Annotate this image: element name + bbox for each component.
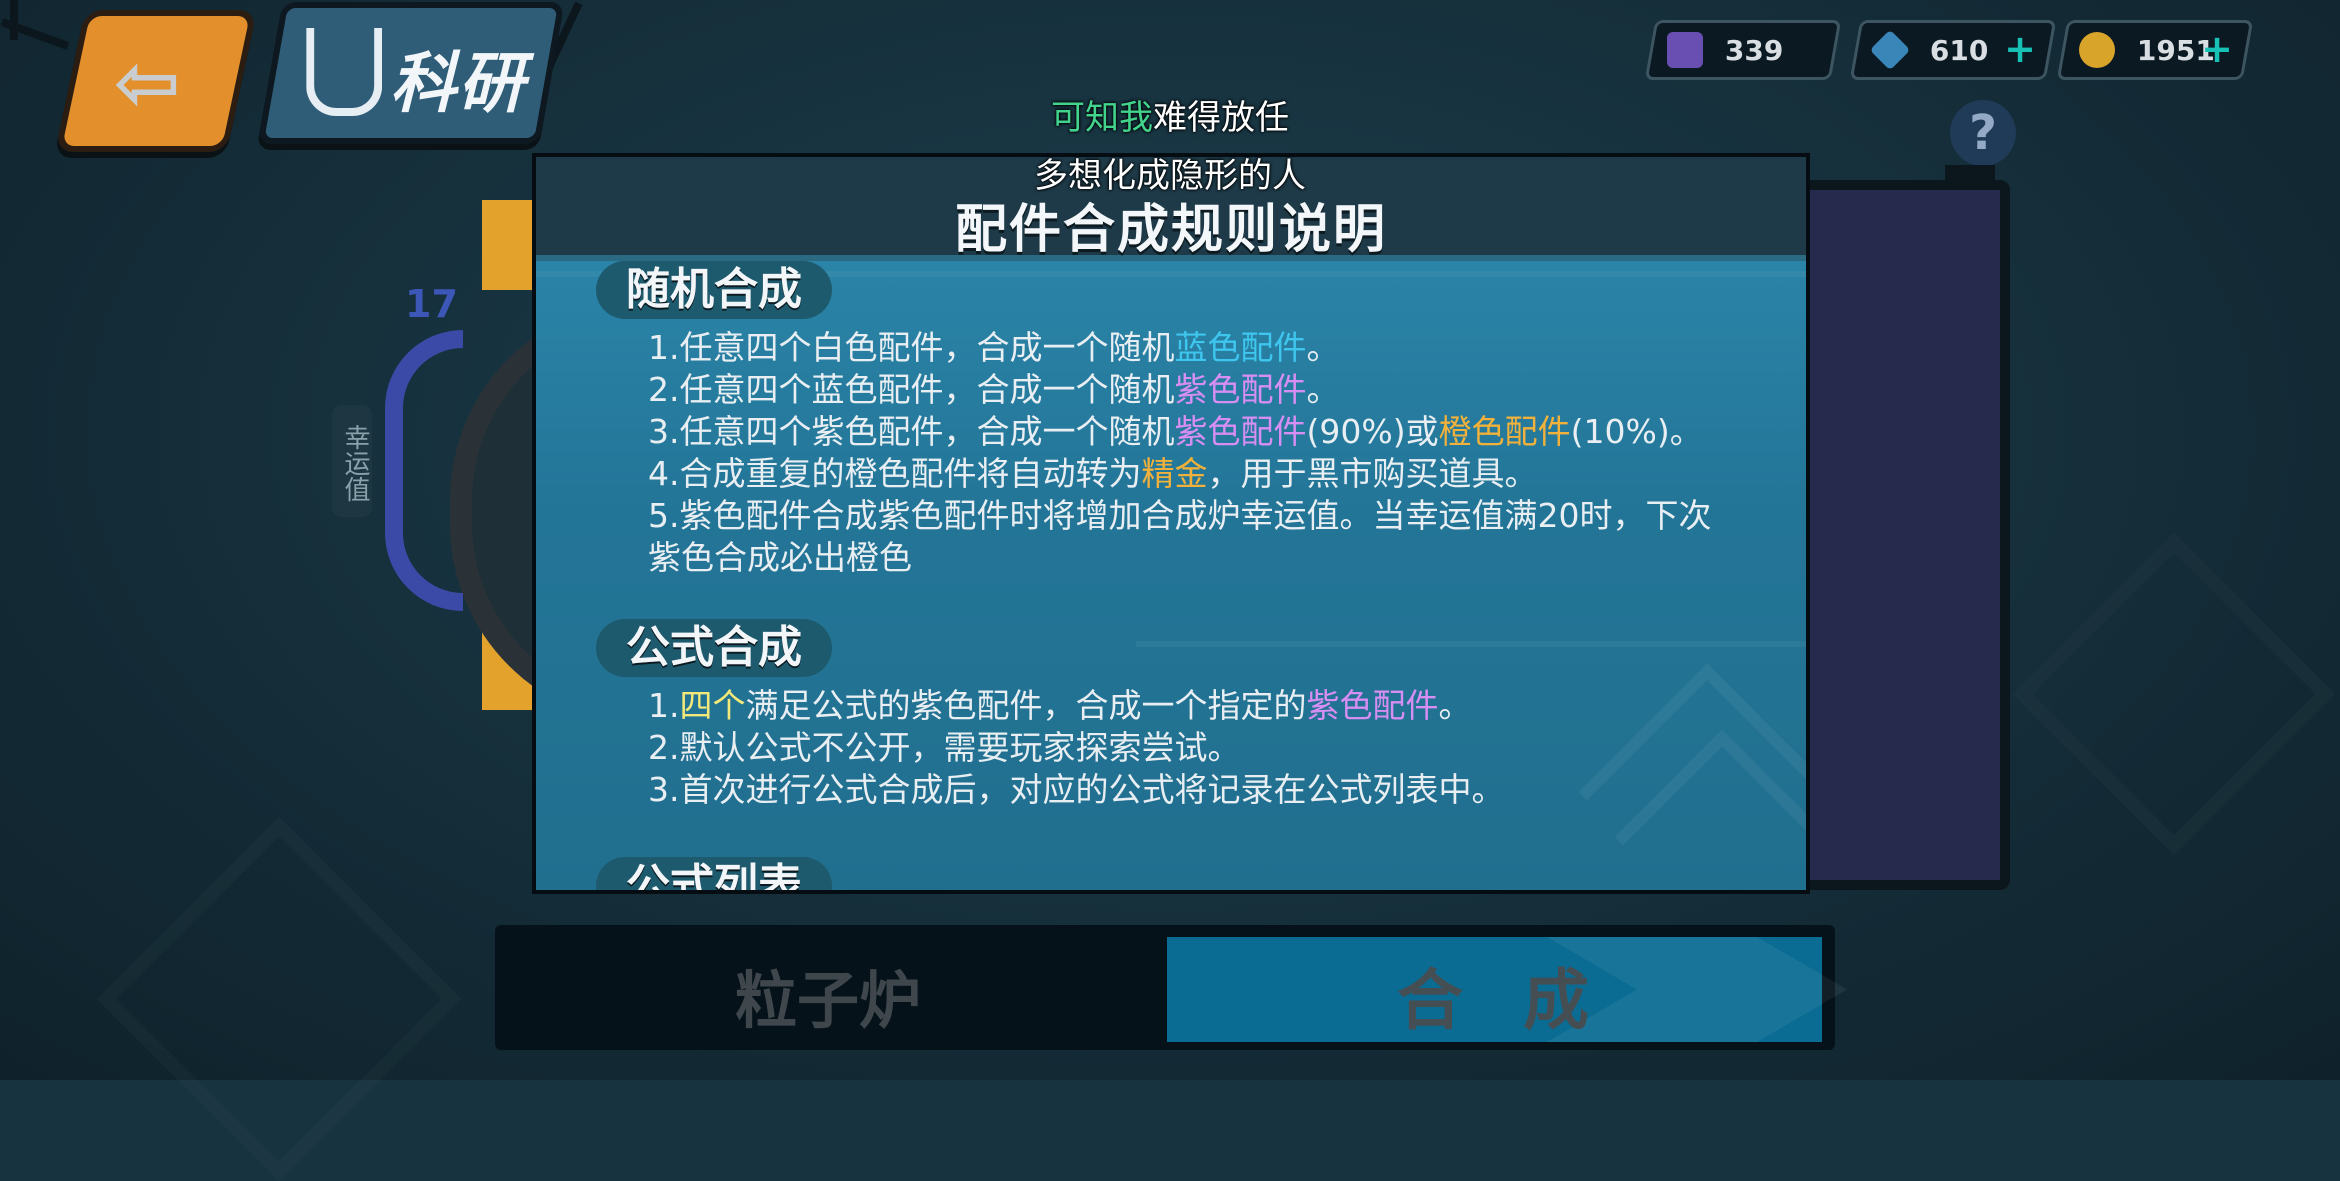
dialog-body[interactable]: 随机合成 1.任意四个白色配件，合成一个随机蓝色配件。 2.任意四个蓝色配件，合成… [536, 261, 1806, 890]
rule-text: (90%)或 [1306, 412, 1439, 451]
tab-particle-furnace[interactable]: 粒子炉 [495, 925, 1165, 1050]
highlight-text: 紫色配件 [1306, 686, 1439, 725]
currency-gem: 610 + [1849, 20, 2057, 80]
rule-line: 1.四个满足公式的紫色配件，合成一个指定的紫色配件。 [648, 685, 1472, 727]
currency-value: 339 [1725, 33, 1784, 67]
rule-text: 3.任意四个紫色配件，合成一个随机 [648, 412, 1175, 451]
currency-value: 610 [1930, 33, 1989, 67]
highlight-text: 四个 [679, 686, 746, 725]
rule-text: (10%)。 [1570, 412, 1703, 451]
bottom-tab-bar: 粒子炉 合成 [495, 925, 1847, 1050]
rule-line: 3.首次进行公式合成后，对应的公式将记录在公式列表中。 [648, 769, 1505, 811]
lyric-highlight: 可知我 [1051, 98, 1153, 138]
rule-text: 紫色合成必出橙色 [648, 538, 912, 577]
rule-line: 5.紫色配件合成紫色配件时将增加合成炉幸运值。当幸运值满20时，下次 [648, 495, 1711, 537]
highlight-text: 橙色配件 [1438, 412, 1571, 451]
currency-purple: 339 [1644, 20, 1842, 80]
rule-line: 紫色合成必出橙色 [648, 537, 912, 579]
add-gold-button[interactable]: + [2201, 27, 2233, 71]
lucky-label: 幸运值 [332, 405, 372, 517]
rules-dialog: 配件合成规则说明 随机合成 1.任意四个白色配件，合成一个随机蓝色配件。 2.任意… [532, 153, 1810, 894]
rule-text: 满足公式的紫色配件，合成一个指定的 [745, 686, 1307, 725]
rule-text: 。 [1438, 686, 1472, 725]
blue-gem-icon [1869, 29, 1911, 71]
device-trim [482, 200, 532, 290]
rule-line: 2.默认公式不公开，需要玩家探索尝试。 [648, 727, 1241, 769]
rule-text: 。 [1306, 370, 1340, 409]
lyric-line-2: 多想化成隐形的人 [1034, 156, 1306, 196]
rule-text: ，用于黑市购买道具。 [1207, 454, 1538, 493]
rule-text: 2.任意四个蓝色配件，合成一个随机 [648, 370, 1175, 409]
lyric-text: 难得放任 [1153, 98, 1289, 138]
section-title: 随机合成 [596, 261, 832, 319]
section-title: 公式合成 [596, 619, 832, 677]
rule-text: 5.紫色配件合成紫色配件时将增加合成炉幸运值。当幸运值满20时，下次 [648, 496, 1712, 535]
lucky-gauge [385, 330, 463, 611]
tab-label: 合成 [1397, 962, 1649, 1039]
highlight-text: 精金 [1141, 454, 1208, 493]
rule-text: 3.首次进行公式合成后，对应的公式将记录在公式列表中。 [648, 770, 1505, 809]
dialog-title: 配件合成规则说明 [954, 200, 1387, 260]
tab-synthesis[interactable]: 合成 [1167, 937, 1847, 1042]
item-panel [1790, 180, 2010, 890]
cable [10, 0, 18, 40]
section-title: 公式列表 [596, 857, 832, 890]
lucky-value: 17 [405, 282, 458, 326]
add-gem-button[interactable]: + [2004, 27, 2036, 71]
decoration [1136, 641, 1806, 647]
rule-text: 1.任意四个白色配件，合成一个随机 [648, 328, 1175, 367]
purple-cube-icon [1667, 32, 1703, 68]
rule-text: 2.默认公式不公开，需要玩家探索尝试。 [648, 728, 1241, 767]
rule-text: 1. [648, 686, 680, 725]
highlight-text: 蓝色配件 [1174, 328, 1307, 367]
lyric-line-1: 可知我难得放任 [0, 90, 2340, 139]
rule-line: 1.任意四个白色配件，合成一个随机蓝色配件。 [648, 327, 1340, 369]
rule-text: 。 [1306, 328, 1340, 367]
rule-line: 2.任意四个蓝色配件，合成一个随机紫色配件。 [648, 369, 1340, 411]
tab-label: 粒子炉 [735, 964, 922, 1037]
highlight-text: 紫色配件 [1174, 370, 1307, 409]
rule-text: 4.合成重复的橙色配件将自动转为 [648, 454, 1142, 493]
currency-gold: 1951 + [2056, 20, 2254, 80]
rule-line: 4.合成重复的橙色配件将自动转为精金，用于黑市购买道具。 [648, 453, 1538, 495]
gold-coin-icon [2079, 32, 2115, 68]
rule-line: 3.任意四个紫色配件，合成一个随机紫色配件(90%)或橙色配件(10%)。 [648, 411, 1703, 453]
highlight-text: 紫色配件 [1174, 412, 1307, 451]
